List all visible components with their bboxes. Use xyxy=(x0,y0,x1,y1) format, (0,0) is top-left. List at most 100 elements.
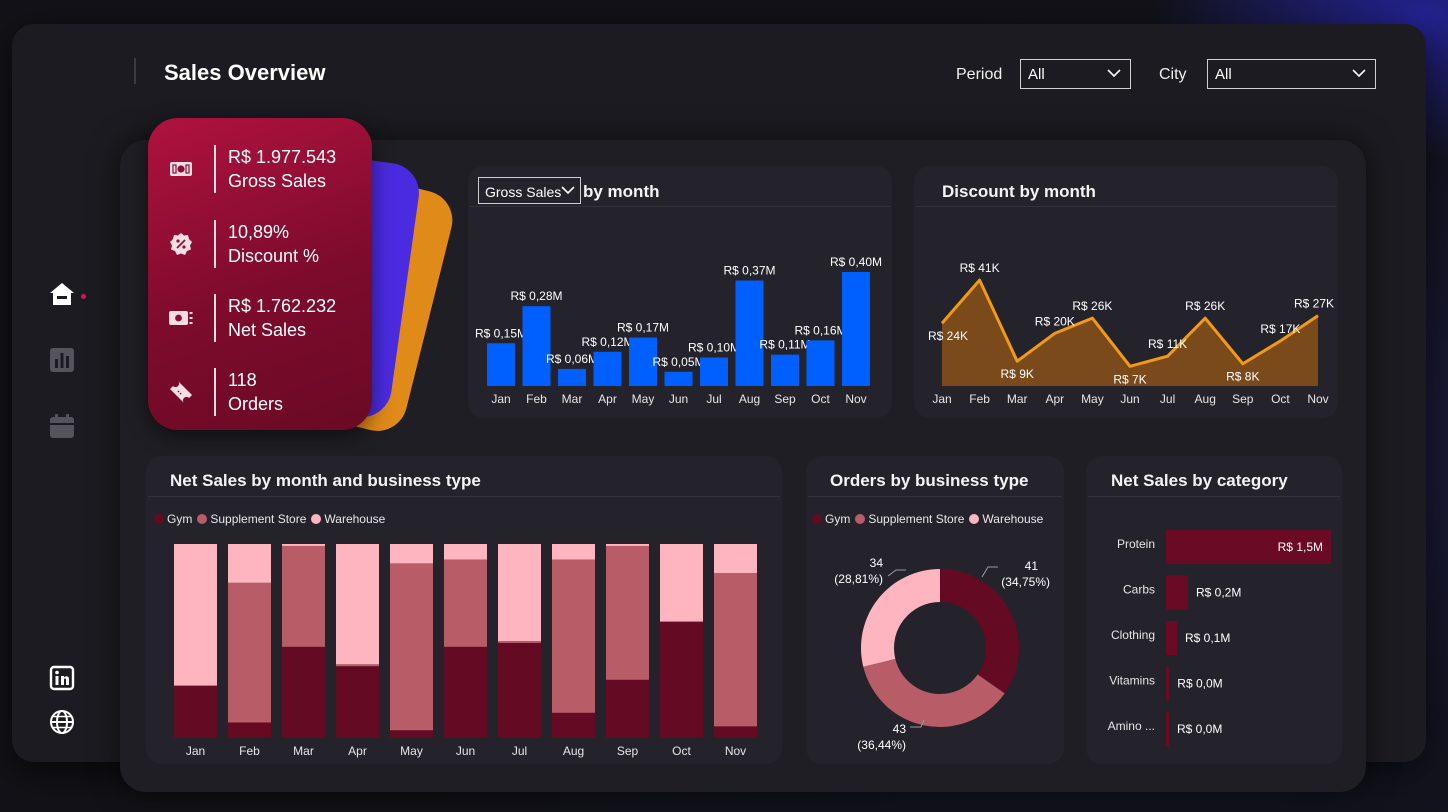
x-tick-label: Jan xyxy=(491,392,510,406)
x-tick-label: Feb xyxy=(239,744,260,758)
bar-segment xyxy=(714,573,757,727)
data-label: R$ 0,06M xyxy=(546,352,598,366)
legend-label: Supplement Store xyxy=(868,512,965,526)
donut-chart-title: Orders by business type xyxy=(830,471,1029,490)
leader-line xyxy=(887,569,906,577)
home-icon[interactable] xyxy=(49,281,75,307)
x-tick-label: Aug xyxy=(739,392,760,406)
x-tick-label: May xyxy=(400,744,423,758)
x-tick-label: Nov xyxy=(725,744,746,758)
data-label: R$ 0,0M xyxy=(1177,677,1222,691)
discount-chart-title: Discount by month xyxy=(942,182,1096,201)
bar xyxy=(1166,621,1177,655)
city-select[interactable]: All xyxy=(1207,59,1376,89)
x-tick-label: Oct xyxy=(672,744,691,758)
bar-segment xyxy=(444,544,487,560)
legend-dot xyxy=(855,514,866,524)
bar-segment xyxy=(606,544,649,546)
data-label: R$ 0,1M xyxy=(1185,631,1230,645)
bar-chart-icon[interactable] xyxy=(49,347,75,373)
data-label: R$ 0,28M xyxy=(510,289,562,303)
bar-segment xyxy=(552,712,595,738)
x-tick-label: Feb xyxy=(969,392,990,406)
bar-segment xyxy=(552,559,595,713)
bar xyxy=(593,351,622,386)
bar-segment xyxy=(606,679,649,738)
data-label: R$ 0,2M xyxy=(1196,586,1241,600)
bar-segment xyxy=(336,666,379,738)
data-label: R$ 20K xyxy=(1035,314,1075,328)
stacked-bar-chart: Jan Feb Mar Apr May Jun Jul Aug Sep Oct Nov xyxy=(174,544,757,758)
bar-segment xyxy=(282,646,325,738)
x-tick-label: Oct xyxy=(1271,392,1290,406)
linkedin-icon[interactable] xyxy=(49,665,75,691)
data-label: R$ 0,16M xyxy=(794,323,846,337)
discount-chart: R$ 24K Jan R$ 41K Feb R$ 9K Mar R$ 20K Apr R$ 26… xyxy=(928,261,1334,406)
data-label: R$ 9K xyxy=(1001,367,1034,381)
calendar-icon[interactable] xyxy=(49,413,75,439)
slice-value-label: 41 xyxy=(1025,559,1039,573)
x-tick-label: Aug xyxy=(563,744,584,758)
x-tick-label: Mar xyxy=(562,392,583,406)
bar-segment xyxy=(714,726,757,738)
x-tick-label: Nov xyxy=(1307,392,1328,406)
x-tick-label: Sep xyxy=(774,392,796,406)
bar-segment xyxy=(498,641,541,643)
x-tick-label: Mar xyxy=(1007,392,1028,406)
kpi-value: 10,89% xyxy=(228,222,290,242)
data-label: R$ 0,10M xyxy=(688,341,740,355)
legend-dot xyxy=(311,514,322,524)
donut-chart: 41 (34,75%) 43 (36,44%) 34 (28,81%) xyxy=(834,556,1050,752)
bar-segment xyxy=(228,544,271,583)
ticket-icon xyxy=(170,381,192,403)
data-label: R$ 1,5M xyxy=(1278,540,1323,554)
y-tick-label: Amino ... xyxy=(1108,719,1155,733)
x-tick-label: Oct xyxy=(811,392,830,406)
bar-segment xyxy=(444,646,487,738)
x-tick-label: Sep xyxy=(617,744,639,758)
bar-segment xyxy=(336,664,379,667)
x-tick-label: May xyxy=(632,392,655,406)
kpi-label: Orders xyxy=(228,394,284,414)
bar-segment xyxy=(498,642,541,738)
period-select[interactable]: All xyxy=(1020,59,1131,89)
legend-label: Warehouse xyxy=(982,512,1044,526)
cash-icon xyxy=(169,311,193,325)
kpi-orders: 118 Orders xyxy=(148,368,372,416)
bar xyxy=(664,371,693,386)
period-select-value: All xyxy=(1028,66,1045,83)
data-label: R$ 11K xyxy=(1148,337,1187,351)
legend-dot xyxy=(154,514,164,524)
city-label: City xyxy=(1159,66,1187,83)
kpi-label: Net Sales xyxy=(228,320,307,340)
legend-dot xyxy=(812,514,822,524)
panel-divider xyxy=(148,496,780,497)
x-tick-label: Jan xyxy=(186,744,205,758)
panel-divider xyxy=(808,496,1062,497)
category-bar-chart: Protein R$ 1,5M Carbs R$ 0,2M Clothing R$ 0,1… xyxy=(1108,530,1331,746)
kpi-label: Discount % xyxy=(228,246,320,266)
data-label: R$ 0,40M xyxy=(830,255,882,269)
kpi-separator xyxy=(214,145,216,193)
slice-value-label: 34 xyxy=(870,556,884,570)
bar-segment xyxy=(390,563,433,731)
globe-icon[interactable] xyxy=(49,709,75,735)
bar-segment xyxy=(606,545,649,680)
data-label: R$ 17K xyxy=(1260,322,1300,336)
data-label: R$ 0,17M xyxy=(617,321,669,335)
legend-item: Supplement Store xyxy=(855,512,964,526)
kpi-separator xyxy=(214,294,216,342)
bar xyxy=(558,368,586,386)
chevron-down-icon xyxy=(1107,69,1121,78)
discount-badge-icon xyxy=(170,233,192,255)
measure-select[interactable]: Gross Sales xyxy=(478,177,581,204)
bar-segment xyxy=(336,544,379,665)
bar-segment xyxy=(228,582,271,723)
bar-segment xyxy=(390,544,433,564)
x-tick-label: Jun xyxy=(669,392,688,406)
slice-percent-label: (28,81%) xyxy=(834,572,883,586)
period-label: Period xyxy=(956,66,1003,83)
gross-chart-title: by month xyxy=(583,182,660,201)
bar xyxy=(700,357,728,386)
bar xyxy=(842,272,870,386)
